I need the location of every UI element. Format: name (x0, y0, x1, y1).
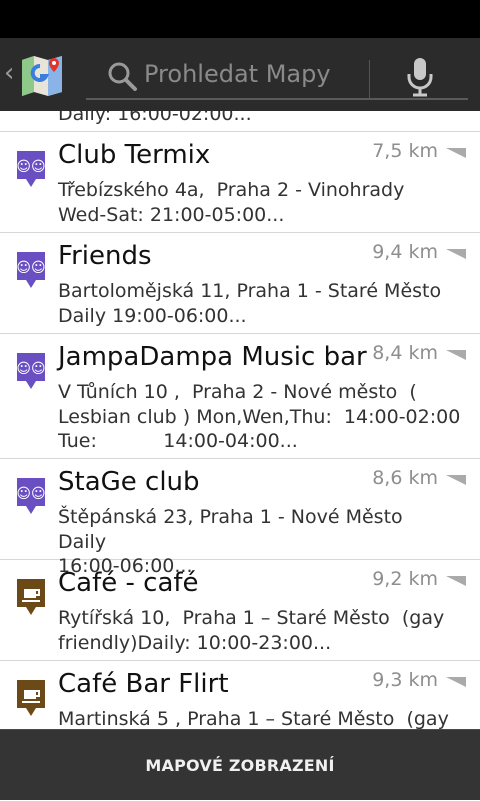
corner-triangle-icon (446, 677, 466, 687)
corner-triangle-icon (446, 148, 466, 158)
place-description: Rytířská 10, Praha 1 – Staré Město (gay … (58, 607, 445, 654)
place-name: Friends (58, 241, 152, 271)
svg-text:☺☺: ☺☺ (16, 486, 45, 502)
place-description: Daily: 16:00-02:00... (58, 111, 252, 125)
status-bar (0, 0, 480, 38)
maps-logo-icon[interactable] (20, 52, 64, 96)
corner-triangle-icon (446, 350, 466, 360)
place-description: V Tůních 10 , Praha 2 - Nové město ( Les… (58, 381, 461, 452)
svg-text:☺☺: ☺☺ (16, 260, 45, 276)
cafe-icon (17, 680, 45, 716)
search-input[interactable] (144, 54, 364, 94)
place-description: Bartolomějská 11, Praha 1 - Staré Město … (58, 280, 442, 327)
place-distance: 7,5 km (372, 140, 438, 162)
svg-text:☺☺: ☺☺ (16, 159, 45, 175)
search-divider (369, 60, 370, 98)
map-view-button[interactable]: MAPOVÉ ZOBRAZENÍ (0, 730, 480, 801)
place-name: StaGe club (58, 467, 200, 497)
svg-text:☺☺: ☺☺ (16, 361, 45, 377)
place-name: Café - café (58, 568, 199, 598)
results-list[interactable]: Daily: 16:00-02:00... ☺☺ Club Termix 7,5… (0, 111, 480, 729)
search-icon (108, 62, 137, 91)
place-name: JampaDampa Music bar (58, 342, 367, 372)
corner-triangle-icon (446, 249, 466, 259)
list-item[interactable]: ☺☺ JampaDampa Music bar 8,4 km V Tůních … (0, 334, 480, 459)
place-name: Café Bar Flirt (58, 669, 229, 699)
action-bar: ‹ (0, 38, 480, 111)
list-item[interactable]: ☺☺ StaGe club 8,6 km Štěpánská 23, Praha… (0, 459, 480, 577)
list-item[interactable]: Café - café 9,2 km Rytířská 10, Praha 1 … (0, 560, 480, 661)
list-item[interactable]: Café Bar Flirt 9,3 km Martinská 5 , Prah… (0, 661, 480, 729)
place-distance: 8,4 km (372, 342, 438, 364)
place-name: Club Termix (58, 140, 211, 170)
up-caret-icon[interactable]: ‹ (4, 60, 14, 86)
place-description: Martinská 5 , Praha 1 – Staré Město (gay (58, 708, 449, 729)
corner-triangle-icon (446, 475, 466, 485)
club-icon: ☺☺ (16, 478, 46, 514)
club-icon: ☺☺ (16, 353, 46, 389)
place-description: Třebízského 4a, Praha 2 - Vinohrady Wed-… (58, 179, 405, 226)
list-item[interactable]: Daily: 16:00-02:00... (0, 111, 480, 132)
club-icon: ☺☺ (16, 252, 46, 288)
place-distance: 8,6 km (372, 467, 438, 489)
corner-triangle-icon (446, 576, 466, 586)
place-distance: 9,3 km (372, 669, 438, 691)
microphone-icon[interactable] (404, 56, 436, 98)
list-item[interactable]: ☺☺ Friends 9,4 km Bartolomějská 11, Prah… (0, 233, 480, 334)
list-item[interactable]: ☺☺ Club Termix 7,5 km Třebízského 4a, Pr… (0, 132, 480, 233)
place-distance: 9,2 km (372, 568, 438, 590)
bottom-bar: MAPOVÉ ZOBRAZENÍ (0, 729, 480, 800)
place-distance: 9,4 km (372, 241, 438, 263)
cafe-icon (17, 579, 45, 615)
search-box[interactable] (86, 48, 468, 100)
club-icon: ☺☺ (16, 151, 46, 187)
